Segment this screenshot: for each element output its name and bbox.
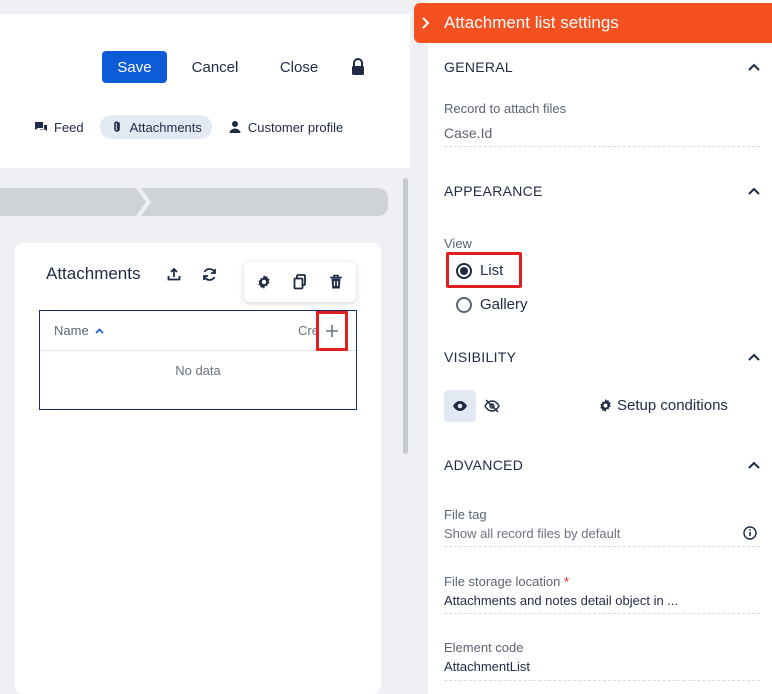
stage-step-1 — [0, 188, 146, 216]
tab-customer-profile-label: Customer profile — [247, 119, 344, 135]
chevron-up-icon[interactable] — [747, 352, 761, 362]
scrollbar[interactable] — [403, 178, 408, 454]
setup-conditions-button[interactable]: Setup conditions — [598, 397, 728, 414]
field-divider — [444, 613, 760, 614]
storage-location-label: File storage location * — [444, 574, 569, 589]
chevron-up-icon[interactable] — [747, 460, 761, 470]
visible-toggle[interactable] — [444, 390, 476, 422]
field-divider — [444, 680, 760, 681]
plus-icon — [326, 325, 338, 337]
empty-state-text: No data — [175, 363, 221, 378]
save-button[interactable]: Save — [102, 51, 167, 83]
add-column-button[interactable] — [316, 311, 348, 351]
person-icon — [229, 121, 241, 133]
tab-feed[interactable]: Feed — [24, 115, 94, 139]
highlight-box — [446, 252, 522, 288]
upload-icon[interactable] — [165, 265, 183, 283]
section-appearance-title[interactable]: APPEARANCE — [444, 183, 543, 199]
tab-feed-label: Feed — [54, 119, 84, 135]
close-button[interactable]: Close — [268, 51, 330, 83]
gear-icon[interactable] — [255, 273, 273, 291]
radio-gallery[interactable] — [456, 297, 472, 313]
chevron-up-icon[interactable] — [747, 62, 761, 72]
view-label: View — [444, 236, 472, 251]
element-toolbar — [244, 262, 356, 302]
record-field-value[interactable]: Case.Id — [444, 125, 492, 141]
refresh-icon[interactable] — [200, 265, 218, 283]
storage-location-select[interactable]: Attachments and notes detail object in .… — [444, 593, 678, 608]
record-header — [0, 14, 410, 168]
info-icon[interactable] — [743, 526, 757, 540]
table-header: Name Cre — [40, 311, 356, 351]
eye-icon — [453, 401, 467, 411]
required-marker: * — [563, 574, 570, 589]
column-name-label: Name — [54, 323, 89, 338]
section-general-title[interactable]: GENERAL — [444, 59, 513, 75]
chevron-up-icon[interactable] — [747, 186, 761, 196]
section-visibility-title[interactable]: VISIBILITY — [444, 349, 516, 365]
column-name[interactable]: Name — [54, 323, 104, 338]
copy-icon[interactable] — [291, 273, 309, 291]
tab-customer-profile[interactable]: Customer profile — [218, 115, 353, 139]
panel-title: Attachment list settings — [444, 13, 619, 32]
tab-bar: Feed Attachments Customer profile — [24, 115, 353, 139]
lock-icon[interactable] — [350, 58, 366, 76]
field-divider — [444, 146, 760, 147]
paperclip-icon — [113, 121, 120, 132]
tab-attachments-label: Attachments — [129, 119, 202, 135]
element-code-label: Element code — [444, 640, 524, 655]
feed-icon — [35, 122, 47, 131]
attachments-card: Attachments Name Cre No data — [15, 243, 381, 694]
tab-attachments[interactable]: Attachments — [99, 115, 212, 139]
sort-asc-icon — [95, 327, 104, 334]
radio-gallery-label[interactable]: Gallery — [480, 296, 528, 313]
trash-icon[interactable] — [327, 273, 345, 291]
cancel-button[interactable]: Cancel — [182, 51, 248, 83]
stage-step-2 — [141, 188, 388, 216]
hidden-toggle[interactable] — [480, 390, 504, 422]
attachments-table: Name Cre No data — [39, 310, 357, 410]
attachments-title: Attachments — [46, 264, 141, 283]
element-code-input[interactable]: AttachmentList — [444, 659, 530, 674]
file-tag-label: File tag — [444, 507, 487, 522]
gear-icon — [600, 398, 611, 413]
section-advanced-title[interactable]: ADVANCED — [444, 457, 523, 473]
file-tag-input[interactable]: Show all record files by default — [444, 526, 620, 541]
stage-progress-bar — [0, 188, 388, 216]
panel-header: Attachment list settings — [414, 3, 772, 43]
field-divider — [444, 546, 760, 547]
chevron-right-icon[interactable] — [418, 16, 432, 30]
record-field-label: Record to attach files — [444, 101, 567, 116]
setup-conditions-label: Setup conditions — [617, 397, 728, 414]
storage-location-label-text: File storage location — [444, 574, 561, 589]
eye-off-icon — [484, 399, 500, 413]
